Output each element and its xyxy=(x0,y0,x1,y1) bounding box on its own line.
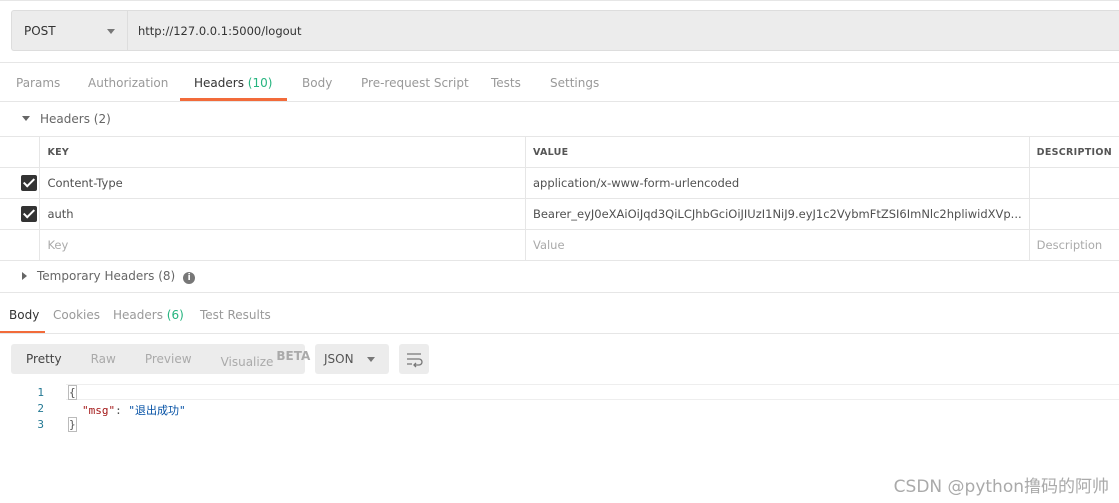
method-label: POST xyxy=(24,23,56,38)
tab-pre-request-script[interactable]: Pre-request Script xyxy=(361,76,469,90)
checkbox[interactable] xyxy=(21,175,37,191)
tab-label: Headers xyxy=(113,308,163,322)
column-value: VALUE xyxy=(524,136,1030,168)
visualize-label: Visualize xyxy=(220,355,274,369)
divider xyxy=(0,101,1119,102)
close-brace: } xyxy=(68,417,77,432)
divider xyxy=(0,292,1119,293)
json-colon: : xyxy=(115,404,129,417)
section-title: Temporary Headers (8) xyxy=(37,269,176,283)
request-bar: POST http://127.0.0.1:5000/logout xyxy=(11,10,1119,51)
code-line: "msg": "退出成功" xyxy=(82,402,186,418)
tab-label: Headers xyxy=(194,76,244,90)
tab-count: (6) xyxy=(166,308,184,322)
section-title: Headers (2) xyxy=(40,112,111,126)
new-row: Key Value Description xyxy=(0,229,1119,261)
wrap-icon xyxy=(407,353,423,368)
url-input[interactable]: http://127.0.0.1:5000/logout xyxy=(128,11,1119,50)
chevron-down-icon xyxy=(107,29,115,34)
temporary-headers-toggle[interactable]: Temporary Headers (8) i xyxy=(22,269,196,284)
info-icon[interactable]: i xyxy=(183,272,196,284)
response-tab-body[interactable]: Body xyxy=(9,308,39,322)
response-tab-cookies[interactable]: Cookies xyxy=(53,308,100,322)
tab-params[interactable]: Params xyxy=(16,76,60,90)
value-input[interactable]: Value xyxy=(524,229,1030,261)
open-brace: { xyxy=(68,385,77,400)
divider xyxy=(0,62,1119,63)
tab-body[interactable]: Body xyxy=(302,76,332,90)
view-mode-selector: Pretty Raw Preview Visualize BETA xyxy=(11,344,310,374)
value-cell[interactable]: application/x-www-form-urlencoded xyxy=(524,167,1030,199)
chevron-down-icon xyxy=(367,357,375,362)
checkbox[interactable] xyxy=(21,206,37,222)
tab-tests[interactable]: Tests xyxy=(491,76,521,90)
value-cell[interactable]: Bearer_eyJ0eXAiOiJqd3QiLCJhbGciOiJIUzI1N… xyxy=(524,198,1030,230)
response-tab-test-results[interactable]: Test Results xyxy=(200,308,271,322)
headers-table: KEY VALUE DESCRIPTION Content-Type applicat… xyxy=(0,136,1119,261)
column-description: DESCRIPTION xyxy=(1028,136,1119,168)
tab-headers[interactable]: Headers (10) xyxy=(194,76,272,90)
tab-settings[interactable]: Settings xyxy=(550,76,599,90)
current-line-highlight xyxy=(66,384,1119,400)
description-cell[interactable] xyxy=(1028,198,1119,230)
description-cell[interactable] xyxy=(1028,167,1119,199)
tab-count: (10) xyxy=(247,76,273,90)
headers-section-toggle[interactable]: Headers (2) xyxy=(22,112,111,126)
raw-button[interactable]: Raw xyxy=(91,352,116,366)
format-select[interactable]: JSON xyxy=(315,344,389,374)
key-cell[interactable]: Content-Type xyxy=(39,167,526,199)
description-input[interactable]: Description xyxy=(1028,229,1119,261)
watermark: CSDN @python撸码的阿帅 xyxy=(893,477,1109,497)
wrap-lines-button[interactable] xyxy=(399,344,429,374)
table-row: Content-Type application/x-www-form-urlen… xyxy=(0,167,1119,199)
table-header-row: KEY VALUE DESCRIPTION xyxy=(0,136,1119,168)
line-number: 2 xyxy=(37,402,44,415)
pretty-button[interactable]: Pretty xyxy=(26,352,62,366)
key-cell[interactable]: auth xyxy=(39,198,526,230)
method-select[interactable]: POST xyxy=(12,11,128,50)
json-key: "msg" xyxy=(82,404,116,417)
key-input[interactable]: Key xyxy=(39,229,526,261)
column-key: KEY xyxy=(39,136,526,168)
top-border xyxy=(0,0,1119,1)
format-label: JSON xyxy=(324,352,354,366)
line-number: 3 xyxy=(37,418,44,431)
caret-right-icon xyxy=(22,272,27,280)
caret-down-icon xyxy=(22,116,30,121)
line-number: 1 xyxy=(37,386,44,399)
beta-badge: BETA xyxy=(276,349,311,363)
tab-authorization[interactable]: Authorization xyxy=(88,76,168,90)
response-tab-headers[interactable]: Headers (6) xyxy=(113,308,184,322)
visualize-button[interactable]: Visualize BETA xyxy=(221,349,311,369)
table-row: auth Bearer_eyJ0eXAiOiJqd3QiLCJhbGciOiJIU… xyxy=(0,198,1119,230)
divider xyxy=(0,333,1119,334)
json-value: "退出成功" xyxy=(128,404,186,417)
preview-button[interactable]: Preview xyxy=(145,352,192,366)
